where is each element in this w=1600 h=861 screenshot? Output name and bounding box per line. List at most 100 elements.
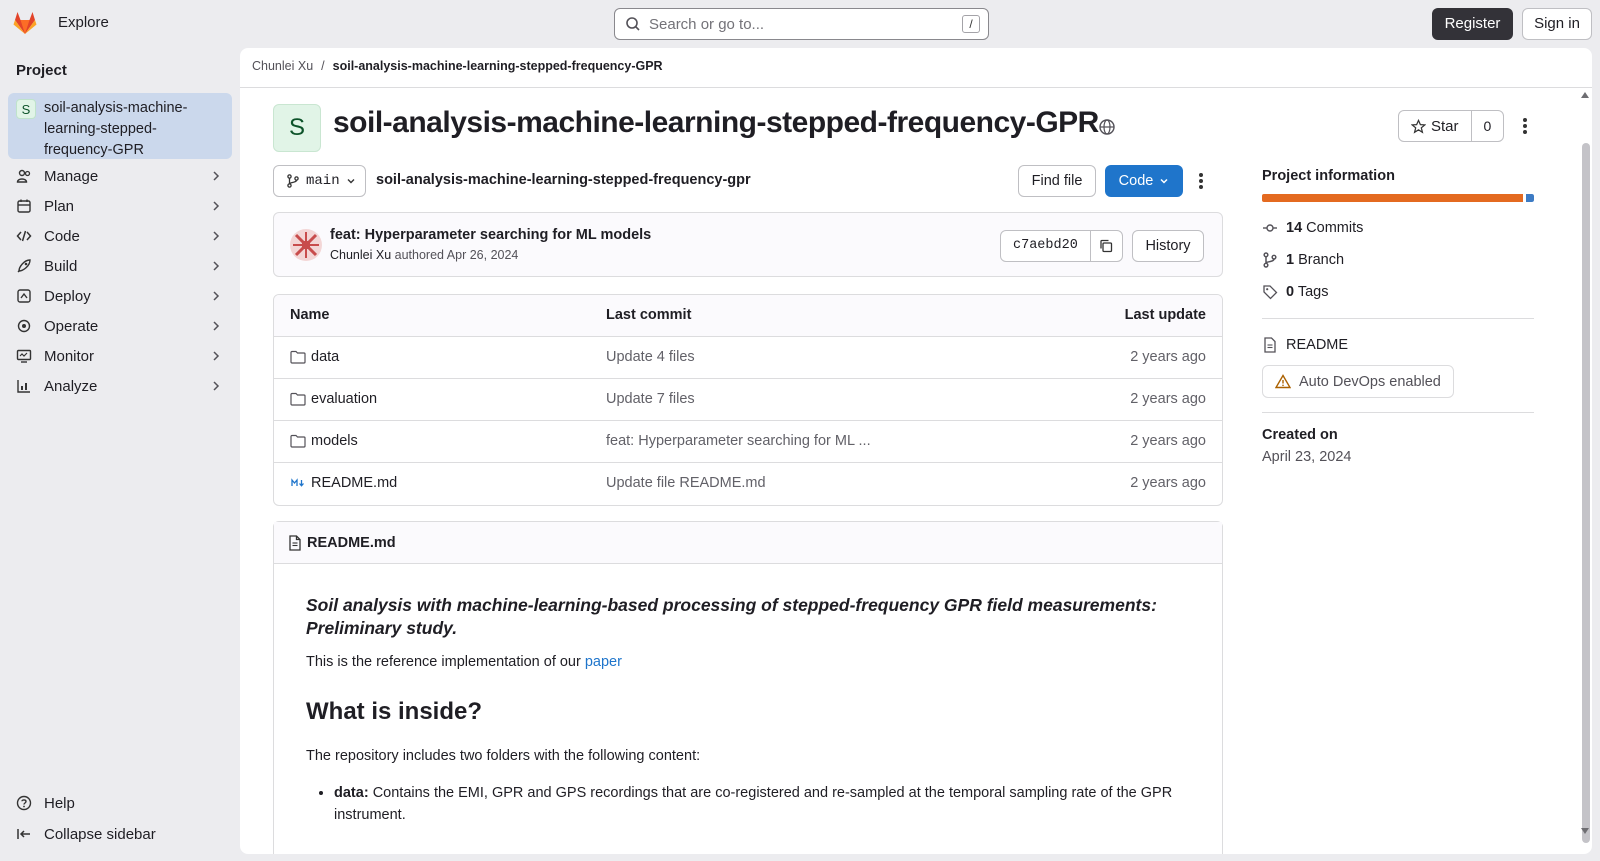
breadcrumb-divider	[240, 87, 1592, 88]
readme-header: README.md	[274, 522, 1222, 564]
commit-sha[interactable]: c7aebd20	[1001, 231, 1091, 261]
collapse-sidebar-label: Collapse sidebar	[44, 825, 156, 843]
scroll-up-arrow[interactable]	[1581, 92, 1589, 98]
column-header-name: Name	[290, 307, 330, 323]
repo-path[interactable]: soil-analysis-machine-learning-stepped-f…	[376, 172, 751, 188]
commit-icon	[1263, 224, 1277, 232]
scrollbar[interactable]	[1580, 88, 1592, 843]
chevron-right-icon	[213, 261, 220, 271]
readme-content: Soil analysis with machine-learning-base…	[274, 564, 1222, 854]
sign-in-button[interactable]: Sign in	[1522, 8, 1592, 40]
sidebar-heading: Project	[16, 62, 67, 79]
question-icon	[16, 795, 32, 811]
scroll-down-arrow[interactable]	[1581, 828, 1589, 834]
created-on-label: Created on	[1262, 427, 1338, 443]
code-icon	[16, 230, 32, 242]
users-icon	[16, 169, 31, 183]
sidebar-item-label: Manage	[44, 167, 99, 185]
commit-title[interactable]: feat: Hyperparameter searching for ML mo…	[330, 227, 651, 243]
file-last-update: 2 years ago	[1130, 475, 1206, 491]
project-avatar: S	[16, 99, 36, 119]
readme-intro: This is the reference implementation of …	[306, 654, 1190, 670]
readme-filename[interactable]: README.md	[307, 535, 396, 551]
file-name: data	[311, 349, 340, 365]
more-actions-icon[interactable]	[1198, 172, 1204, 190]
collapse-sidebar-button[interactable]: Collapse sidebar	[8, 820, 232, 848]
sidebar-item-code[interactable]: Code	[8, 222, 232, 250]
sidebar-item-label: Operate	[44, 317, 99, 335]
monitor-icon	[16, 349, 32, 363]
sidebar-item-monitor[interactable]: Monitor	[8, 342, 232, 370]
paper-link[interactable]: paper	[585, 654, 622, 670]
readme-paragraph: The repository includes two folders with…	[306, 748, 701, 764]
branch-selector[interactable]: main	[273, 165, 366, 197]
readme-intro-text: This is the reference implementation of …	[306, 654, 581, 670]
gitlab-logo-icon[interactable]	[12, 10, 38, 36]
file-name: README.md	[311, 475, 398, 491]
readme-link[interactable]: README	[1262, 329, 1534, 361]
file-last-commit[interactable]: Update file README.md	[606, 475, 766, 491]
auto-devops-badge[interactable]: Auto DevOps enabled	[1262, 365, 1454, 398]
commits-link[interactable]: 14 Commits	[1262, 212, 1534, 244]
project-information: Project information 14 Commits 1 Branch …	[1262, 168, 1534, 465]
code-button-label: Code	[1118, 173, 1154, 189]
file-last-commit[interactable]: feat: Hyperparameter searching for ML ..…	[606, 433, 871, 449]
star-label: Star	[1431, 117, 1459, 135]
file-icon	[1264, 337, 1276, 353]
tags-count: 0	[1286, 284, 1295, 300]
file-name-cell[interactable]: models	[290, 433, 358, 449]
tags-link[interactable]: 0 Tags	[1262, 276, 1534, 308]
file-name-cell[interactable]: evaluation	[290, 391, 377, 407]
sidebar-item-deploy[interactable]: Deploy	[8, 282, 232, 310]
language-bar-segment[interactable]	[1525, 194, 1534, 202]
register-button[interactable]: Register	[1432, 8, 1513, 40]
breadcrumb-project[interactable]: soil-analysis-machine-learning-stepped-f…	[333, 59, 663, 73]
sidebar-item-label: Deploy	[44, 287, 91, 305]
file-last-commit[interactable]: Update 4 files	[606, 349, 695, 365]
breadcrumb-owner[interactable]: Chunlei Xu	[252, 59, 313, 73]
branches-link[interactable]: 1 Branch	[1262, 244, 1534, 276]
help-button[interactable]: Help	[8, 789, 232, 817]
sidebar-project-link[interactable]: S soil-analysis-machine-learning-stepped…	[8, 93, 232, 159]
sidebar-item-plan[interactable]: Plan	[8, 192, 232, 220]
commit-date: Apr 26, 2024	[446, 248, 519, 262]
language-bar[interactable]	[1262, 194, 1534, 202]
sidebar-item-label: Analyze	[44, 377, 98, 395]
copy-sha-button[interactable]	[1091, 231, 1122, 261]
file-name-cell[interactable]: README.md	[290, 475, 397, 491]
search-input[interactable]: Search or go to... /	[614, 8, 989, 40]
readme-link-label: README	[1286, 337, 1349, 353]
star-count[interactable]: 0	[1472, 111, 1504, 141]
chevron-down-icon	[1160, 178, 1168, 184]
table-row[interactable]: models feat: Hyperparameter searching fo…	[274, 421, 1222, 463]
folder-icon	[290, 434, 306, 448]
readme-heading: What is inside?	[306, 698, 483, 725]
table-row[interactable]: data Update 4 files 2 years ago	[274, 337, 1222, 379]
sidebar-item-analyze[interactable]: Analyze	[8, 372, 232, 400]
sidebar-item-build[interactable]: Build	[8, 252, 232, 280]
file-name-cell[interactable]: data	[290, 349, 339, 365]
commit-author[interactable]: Chunlei Xu	[330, 248, 391, 262]
warning-icon	[1275, 374, 1291, 389]
table-header: Name Last commit Last update	[274, 295, 1222, 337]
language-bar-segment[interactable]	[1262, 194, 1523, 202]
explore-link[interactable]: Explore	[58, 14, 109, 31]
code-dropdown-button[interactable]: Code	[1105, 165, 1183, 197]
sidebar-item-manage[interactable]: Manage	[8, 162, 232, 190]
tag-icon	[1263, 285, 1278, 300]
table-row[interactable]: evaluation Update 7 files 2 years ago	[274, 379, 1222, 421]
find-file-button[interactable]: Find file	[1018, 165, 1096, 197]
branch-name: main	[306, 173, 340, 189]
table-row[interactable]: README.md Update file README.md 2 years …	[274, 463, 1222, 505]
sidebar-item-operate[interactable]: Operate	[8, 312, 232, 340]
branch-icon	[287, 174, 299, 188]
scrollbar-thumb[interactable]	[1582, 143, 1590, 843]
file-name: models	[311, 433, 358, 449]
history-button[interactable]: History	[1132, 230, 1204, 262]
list-item-text: Contains the EMI, GPR and GPS recordings…	[334, 785, 1173, 823]
author-avatar[interactable]	[290, 229, 322, 261]
chevron-down-icon	[347, 179, 355, 184]
more-actions-icon[interactable]	[1522, 117, 1528, 135]
star-button[interactable]: Star	[1399, 111, 1472, 141]
file-last-commit[interactable]: Update 7 files	[606, 391, 695, 407]
